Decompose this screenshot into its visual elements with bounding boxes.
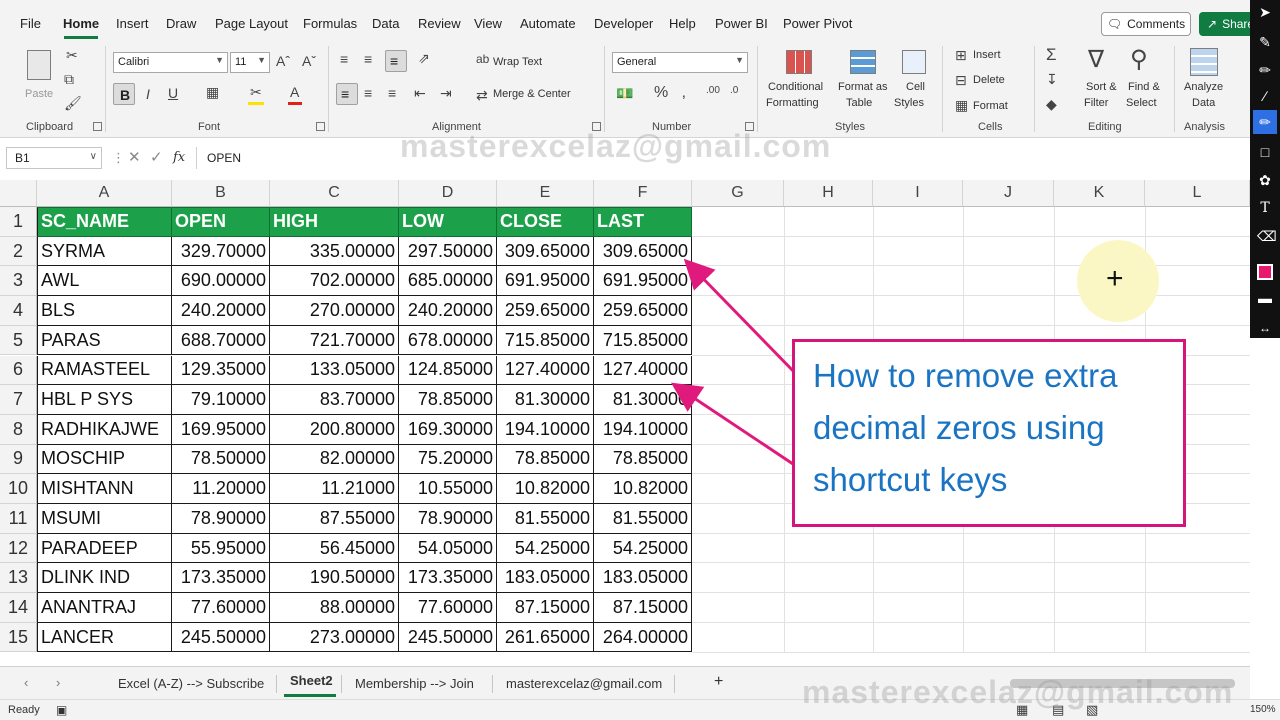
pointer-icon[interactable]: ➤ bbox=[1257, 4, 1273, 20]
line-icon[interactable]: ∕ bbox=[1257, 88, 1273, 104]
pen-color-swatch[interactable] bbox=[1257, 264, 1273, 280]
rectangle-icon[interactable]: □ bbox=[1257, 144, 1273, 160]
sheet-tab-email[interactable]: masterexcelaz@gmail.com bbox=[506, 676, 662, 691]
scroll-right-icon[interactable]: › bbox=[56, 675, 60, 690]
arrow-to-f2 bbox=[683, 258, 802, 380]
zoom-level[interactable]: 150% bbox=[1250, 704, 1276, 715]
watermark-top: masterexcelaz@gmail.com bbox=[400, 128, 832, 164]
pen-toolbar: ➤ ✎ ✏ ∕ ✏ □ ✿ T ⌫ ▬ ↔ bbox=[1250, 0, 1280, 338]
stamp-icon[interactable]: ✿ bbox=[1257, 172, 1273, 188]
expand-toolbar-icon[interactable]: ↔ bbox=[1257, 320, 1273, 336]
tab-separator bbox=[492, 675, 493, 693]
stroke-width-icon[interactable]: ▬ bbox=[1257, 290, 1273, 306]
eraser-icon[interactable]: ⌫ bbox=[1257, 228, 1277, 244]
tab-separator bbox=[341, 675, 342, 693]
add-sheet-button[interactable]: + bbox=[714, 673, 723, 691]
scroll-left-icon[interactable]: ‹ bbox=[24, 675, 28, 690]
highlighter-icon[interactable]: ✏ bbox=[1257, 62, 1273, 78]
active-sheet-indicator bbox=[284, 694, 336, 697]
callout-box: How to remove extra decimal zeros using … bbox=[792, 339, 1186, 527]
accessibility-icon[interactable]: ▣ bbox=[56, 703, 67, 717]
brush-icon[interactable]: ✏ bbox=[1257, 114, 1273, 130]
pen-icon[interactable]: ✎ bbox=[1257, 34, 1273, 50]
watermark-bottom: masterexcelaz@gmail.com bbox=[802, 674, 1234, 710]
callout-line-2: decimal zeros using bbox=[813, 409, 1105, 446]
tab-separator bbox=[674, 675, 675, 693]
cell-cursor-icon: + bbox=[1106, 262, 1124, 295]
text-tool-icon[interactable]: T bbox=[1257, 200, 1273, 216]
sheet-tab-membership[interactable]: Membership --> Join bbox=[355, 676, 474, 691]
tab-separator bbox=[276, 675, 277, 693]
status-ready: Ready bbox=[8, 704, 40, 716]
sheet-tab-sheet2[interactable]: Sheet2 bbox=[290, 673, 333, 688]
callout-line-3: shortcut keys bbox=[813, 461, 1008, 498]
callout-line-1: How to remove extra bbox=[813, 357, 1118, 394]
sheet-tab-excel-az[interactable]: Excel (A-Z) --> Subscribe bbox=[118, 676, 264, 691]
arrow-to-f6 bbox=[671, 382, 797, 468]
